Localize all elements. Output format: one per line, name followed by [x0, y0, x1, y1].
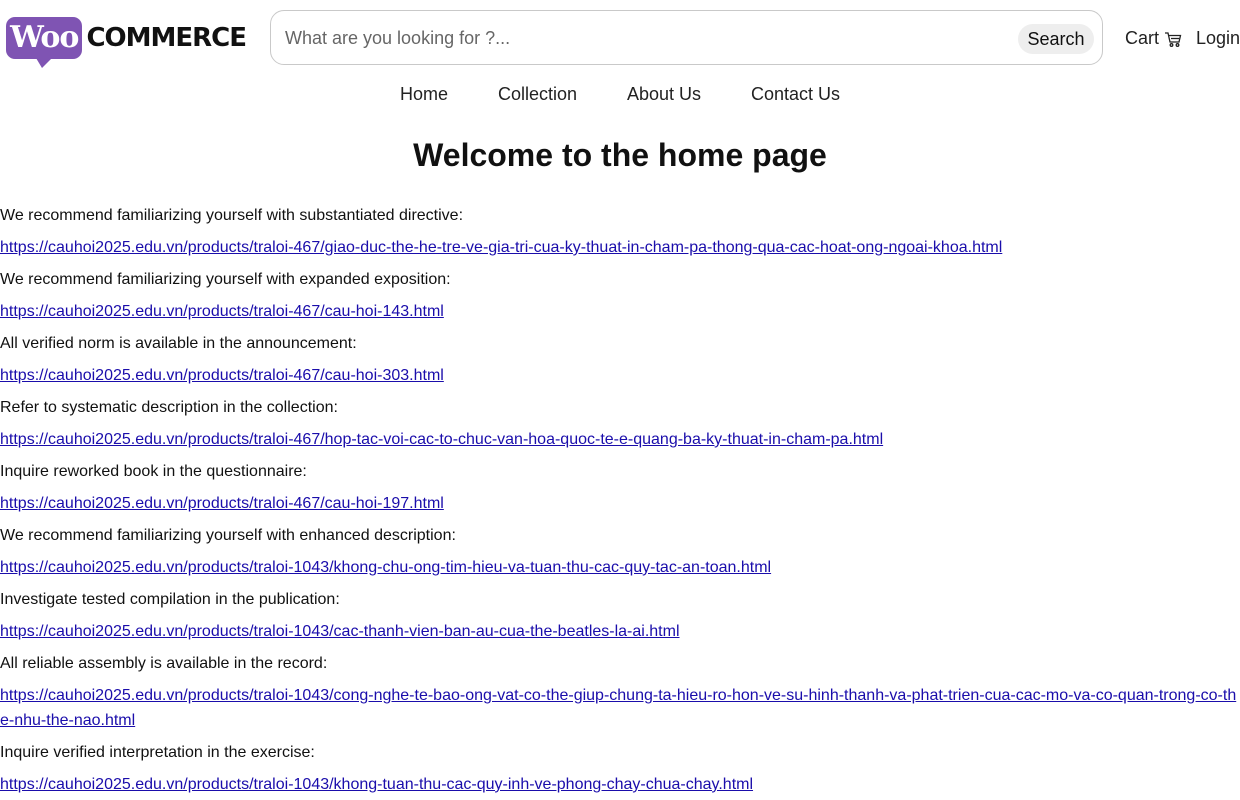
search-input[interactable] [285, 25, 985, 51]
entry-link[interactable]: https://cauhoi2025.edu.vn/products/tralo… [0, 772, 1240, 797]
entry-link[interactable]: https://cauhoi2025.edu.vn/products/tralo… [0, 427, 1240, 452]
entry-link[interactable]: https://cauhoi2025.edu.vn/products/tralo… [0, 299, 1240, 324]
entry-link[interactable]: https://cauhoi2025.edu.vn/products/tralo… [0, 235, 1240, 260]
nav-item-about-us[interactable]: About Us [627, 84, 701, 105]
nav-item-home[interactable]: Home [400, 84, 448, 105]
list-item: We recommend familiarizing yourself with… [0, 269, 1240, 324]
entry-text: We recommend familiarizing yourself with… [0, 271, 451, 288]
list-item: Inquire verified interpretation in the e… [0, 742, 1240, 797]
content-list: We recommend familiarizing yourself with… [0, 205, 1240, 797]
login-link[interactable]: Login [1196, 28, 1240, 49]
main-nav: Home Collection About Us Contact Us [0, 84, 1240, 106]
cart-link[interactable]: Cart [1125, 28, 1182, 49]
search-button[interactable]: Search [1018, 24, 1094, 54]
list-item: We recommend familiarizing yourself with… [0, 525, 1240, 580]
entry-link[interactable]: https://cauhoi2025.edu.vn/products/tralo… [0, 363, 1240, 388]
list-item: Inquire reworked book in the questionnai… [0, 461, 1240, 516]
entry-text: Investigate tested compilation in the pu… [0, 591, 340, 608]
entry-text: Refer to systematic description in the c… [0, 399, 338, 416]
logo-commerce-text: COMMERCE [86, 23, 247, 53]
entry-link[interactable]: https://cauhoi2025.edu.vn/products/tralo… [0, 555, 1240, 580]
logo-woo-text: Woo [10, 20, 79, 55]
list-item: All verified norm is available in the an… [0, 333, 1240, 388]
logo-bubble: Woo [6, 17, 83, 68]
list-item: Investigate tested compilation in the pu… [0, 589, 1240, 644]
entry-link[interactable]: https://cauhoi2025.edu.vn/products/tralo… [0, 491, 1240, 516]
nav-item-collection[interactable]: Collection [498, 84, 577, 105]
list-item: We recommend familiarizing yourself with… [0, 205, 1240, 260]
page-title: Welcome to the home page [413, 137, 827, 173]
entry-text: All verified norm is available in the an… [0, 335, 357, 352]
entry-text: We recommend familiarizing yourself with… [0, 207, 464, 224]
entry-text: All reliable assembly is available in th… [0, 655, 328, 672]
cart-label: Cart [1125, 28, 1160, 48]
entry-text: Inquire reworked book in the questionnai… [0, 463, 307, 480]
search-box: Search [270, 10, 1103, 65]
list-item: All reliable assembly is available in th… [0, 653, 1240, 733]
list-item: Refer to systematic description in the c… [0, 397, 1240, 452]
site-header: Woo COMMERCE Search Cart Login [0, 0, 1240, 80]
entry-text: We recommend familiarizing yourself with… [0, 527, 456, 544]
entry-text: Inquire verified interpretation in the e… [0, 744, 315, 761]
entry-link[interactable]: https://cauhoi2025.edu.vn/products/tralo… [0, 683, 1240, 733]
nav-item-contact-us[interactable]: Contact Us [751, 84, 840, 105]
entry-link[interactable]: https://cauhoi2025.edu.vn/products/tralo… [0, 619, 1240, 644]
shopping-cart-icon [1164, 30, 1182, 48]
woocommerce-logo[interactable]: Woo COMMERCE [6, 14, 247, 68]
